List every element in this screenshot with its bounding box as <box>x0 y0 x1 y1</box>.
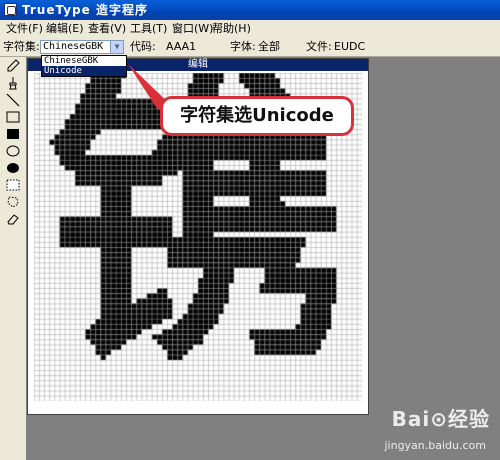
callout-arrow <box>128 64 172 110</box>
app-window: TrueType 造字程序 文件(F) 编辑(E) 查看(V) 工具(T) 窗口… <box>0 0 500 460</box>
annotation-callout: 字符集选Unicode <box>160 96 354 136</box>
